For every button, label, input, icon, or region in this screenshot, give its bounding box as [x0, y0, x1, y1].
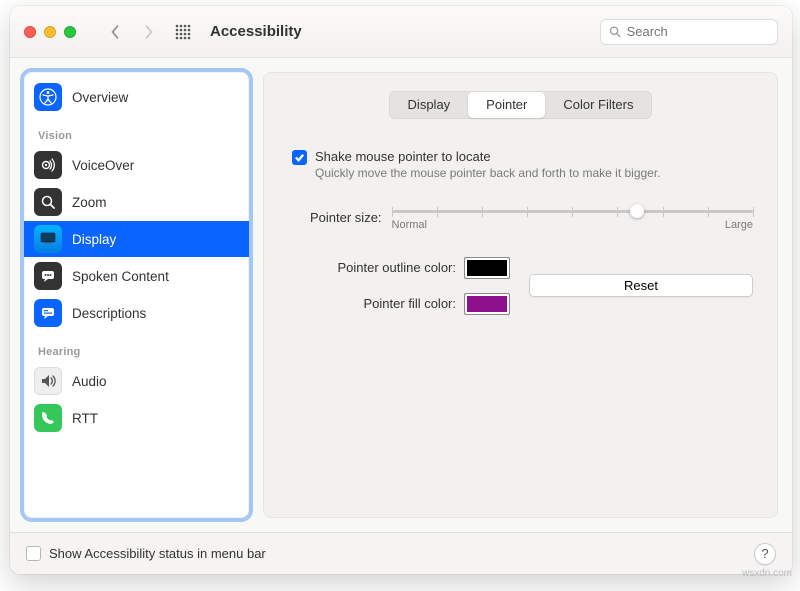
pointer-size-row: Pointer size: Normal Large	[310, 204, 753, 231]
window-title: Accessibility	[210, 23, 302, 40]
back-button[interactable]	[102, 19, 128, 45]
shake-pointer-label: Shake mouse pointer to locate	[315, 149, 661, 164]
spoken-content-icon	[34, 262, 62, 290]
tabs: Display Pointer Color Filters	[288, 91, 753, 119]
shake-pointer-row: Shake mouse pointer to locate Quickly mo…	[292, 149, 753, 182]
rtt-icon	[34, 404, 62, 432]
sidebar-item-label: Zoom	[72, 195, 107, 210]
help-button[interactable]: ?	[754, 543, 776, 565]
show-all-button[interactable]	[170, 19, 196, 45]
shake-pointer-description: Quickly move the mouse pointer back and …	[315, 166, 661, 182]
display-icon	[34, 225, 62, 253]
status-menubar-checkbox[interactable]	[26, 546, 41, 561]
sidebar-item-audio[interactable]: Audio	[24, 363, 249, 399]
audio-icon	[34, 367, 62, 395]
window-controls	[24, 26, 76, 38]
search-input[interactable]	[627, 24, 769, 39]
sidebar-item-label: Spoken Content	[72, 269, 169, 284]
sidebar-item-label: Descriptions	[72, 306, 146, 321]
sidebar-item-label: Overview	[72, 90, 128, 105]
footer: Show Accessibility status in menu bar ?	[10, 532, 792, 574]
sidebar-item-label: Display	[72, 232, 116, 247]
content-panel: Display Pointer Color Filters Shake mous…	[263, 72, 778, 518]
accessibility-icon	[34, 83, 62, 111]
fill-color-swatch[interactable]	[464, 293, 510, 315]
minimize-window-button[interactable]	[44, 26, 56, 38]
reset-button[interactable]: Reset	[529, 274, 753, 297]
tab-pointer[interactable]: Pointer	[468, 92, 545, 118]
sidebar-item-label: VoiceOver	[72, 158, 134, 173]
search-field[interactable]	[600, 19, 778, 45]
chevron-left-icon	[110, 24, 120, 40]
sidebar-item-zoom[interactable]: Zoom	[24, 184, 249, 220]
outline-color-label: Pointer outline color:	[294, 260, 464, 275]
sidebar-item-rtt[interactable]: RTT	[24, 400, 249, 436]
fill-color-label: Pointer fill color:	[294, 296, 464, 311]
sidebar-section-hearing: Hearing	[24, 332, 249, 362]
checkmark-icon	[294, 152, 305, 163]
preferences-window: Accessibility Overview Vision VoiceOver	[10, 6, 792, 574]
grid-icon	[175, 24, 191, 40]
status-menubar-label: Show Accessibility status in menu bar	[49, 546, 266, 561]
pointer-size-label: Pointer size:	[310, 210, 382, 225]
descriptions-icon	[34, 299, 62, 327]
chevron-right-icon	[144, 24, 154, 40]
watermark: wsxdn.com	[742, 568, 792, 579]
search-icon	[609, 25, 621, 38]
slider-thumb[interactable]	[630, 204, 644, 218]
sidebar-item-overview[interactable]: Overview	[24, 79, 249, 115]
toolbar: Accessibility	[10, 6, 792, 58]
sidebar-item-spoken-content[interactable]: Spoken Content	[24, 258, 249, 294]
tab-display[interactable]: Display	[390, 92, 469, 118]
window-body: Overview Vision VoiceOver Zoom Displa	[10, 58, 792, 532]
zoom-window-button[interactable]	[64, 26, 76, 38]
sidebar: Overview Vision VoiceOver Zoom Displa	[24, 72, 249, 518]
shake-pointer-checkbox[interactable]	[292, 150, 307, 165]
zoom-icon	[34, 188, 62, 216]
sidebar-item-voiceover[interactable]: VoiceOver	[24, 147, 249, 183]
forward-button[interactable]	[136, 19, 162, 45]
sidebar-item-display[interactable]: Display	[24, 221, 249, 257]
sidebar-section-vision: Vision	[24, 116, 249, 146]
sidebar-item-label: Audio	[72, 374, 107, 389]
close-window-button[interactable]	[24, 26, 36, 38]
pointer-size-slider[interactable]: Normal Large	[392, 204, 753, 231]
voiceover-icon	[34, 151, 62, 179]
sidebar-item-descriptions[interactable]: Descriptions	[24, 295, 249, 331]
sidebar-item-label: RTT	[72, 411, 98, 426]
outline-color-swatch[interactable]	[464, 257, 510, 279]
tab-color-filters[interactable]: Color Filters	[545, 92, 651, 118]
